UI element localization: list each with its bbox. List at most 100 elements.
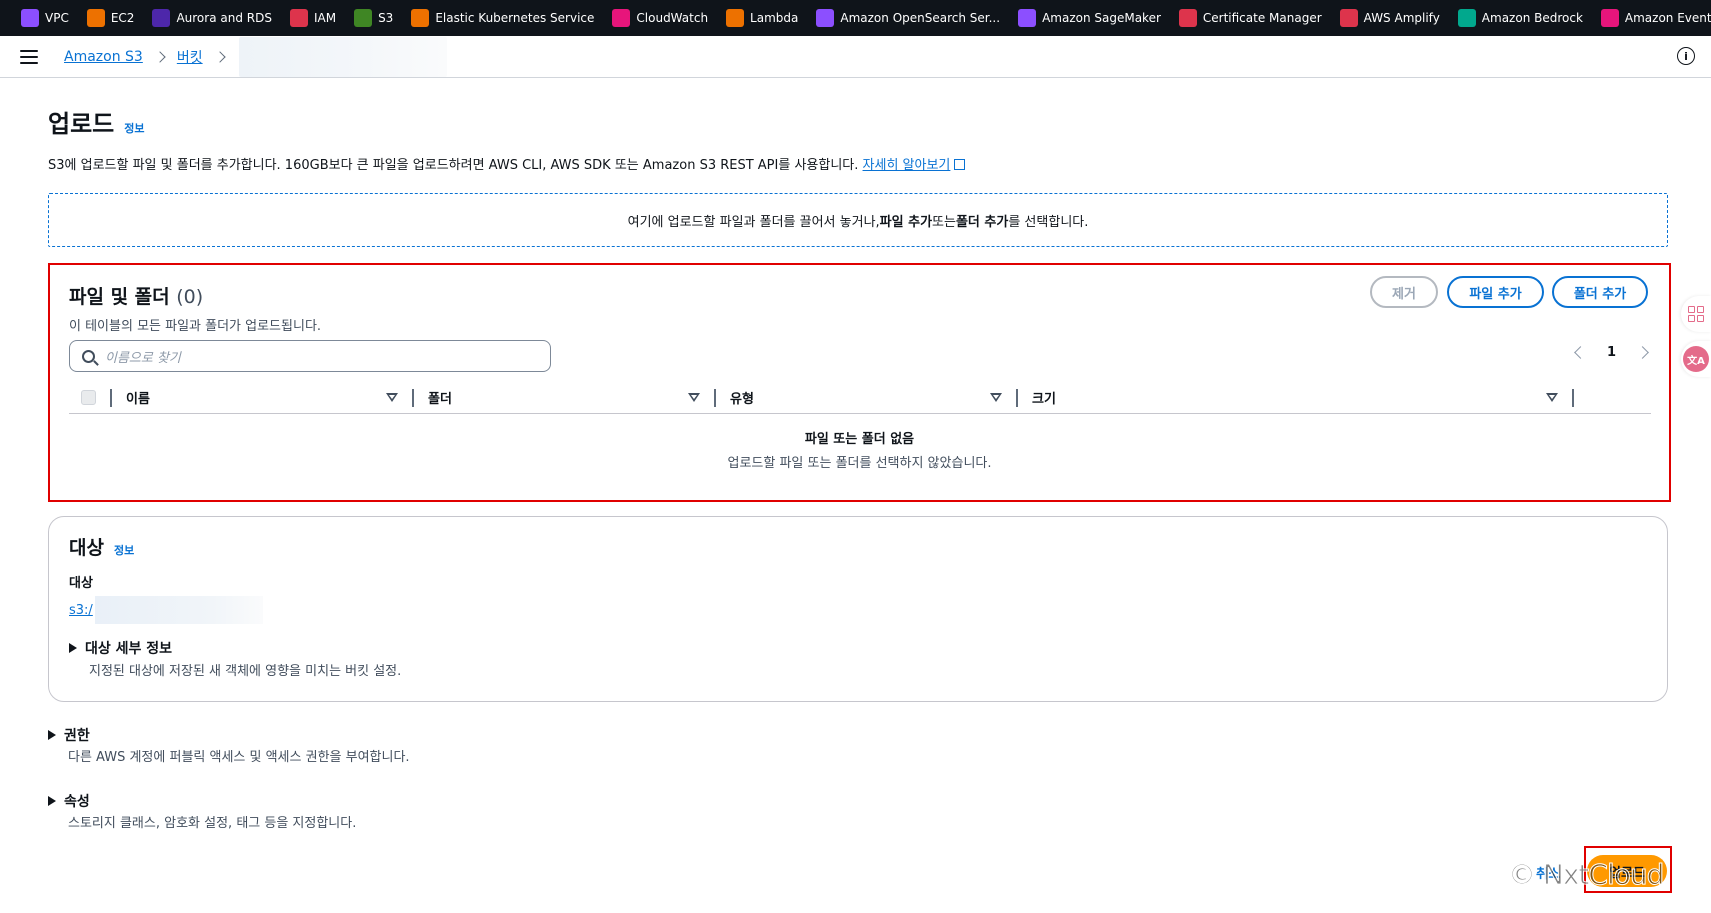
breadcrumb-bucket-redacted [238,36,447,77]
service-shortcut[interactable]: AWS Amplify [1331,0,1449,36]
permissions-expander[interactable]: 권한 [48,725,90,745]
external-link-icon [954,159,966,170]
drop-zone-text-suffix: 를 선택합니다. [1008,214,1089,230]
service-shortcut[interactable]: Amazon EventBridge [1592,0,1711,36]
service-shortcut-label: Aurora and RDS [176,11,272,25]
eks-icon [411,9,430,27]
service-shortcut[interactable]: EC2 [78,0,144,36]
column-header-label: 크기 [1032,392,1056,407]
bedrock-icon [1457,9,1476,27]
opensearch-icon [816,9,835,27]
drop-zone-text: 여기에 업로드할 파일과 폴더를 끌어서 놓거나, [627,214,880,230]
translate-icon: 文A [1683,346,1709,372]
service-shortcut-label: CloudWatch [636,11,709,25]
service-shortcut[interactable]: IAM [281,0,345,36]
drop-zone-add-folder: 폴더 추가 [955,214,1009,230]
chevron-right-icon [213,50,226,63]
service-shortcut[interactable]: Certificate Manager [1170,0,1331,36]
destination-panel: 대상 정보 대상 s3:/ 대상 세부 정보 지정된 대상에 저장된 새 객체에… [48,516,1668,702]
remove-button[interactable]: 제거 [1370,276,1438,308]
apps-grid-icon [1688,306,1704,322]
destination-s3-link[interactable]: s3:/ [69,596,263,624]
column-header-type[interactable]: 유형 [716,388,1016,407]
side-widget-translate[interactable]: 文A [1681,341,1711,377]
caret-right-icon [48,796,56,806]
destination-redacted [94,596,263,624]
column-header-label: 유형 [730,392,754,407]
service-shortcut[interactable]: Amazon Bedrock [1449,0,1592,36]
column-header-folder[interactable]: 폴더 [414,388,714,407]
service-shortcut[interactable]: Amazon OpenSearch Ser... [807,0,1009,36]
add-folder-button[interactable]: 폴더 추가 [1552,276,1648,308]
cloudwatch-icon [612,9,631,27]
properties-expander[interactable]: 속성 [48,791,90,811]
info-icon[interactable]: i [1677,47,1695,65]
breadcrumb: Amazon S3 버킷 [64,36,447,77]
sagemaker-icon [1018,9,1037,27]
sort-icon [1546,393,1558,402]
chevron-right-icon[interactable] [1636,346,1649,359]
service-shortcut-label: Lambda [750,11,799,25]
destination-details-expander[interactable]: 대상 세부 정보 [69,638,172,658]
destination-title: 대상 정보 [69,533,134,560]
caret-right-icon [48,730,56,740]
column-header-label: 이름 [126,392,150,407]
column-header-label: 폴더 [428,392,452,407]
service-shortcut[interactable]: Elastic Kubernetes Service [402,0,603,36]
service-shortcut-label: Amazon EventBridge [1624,11,1711,25]
files-title-text: 파일 및 폴더 [69,286,170,308]
drop-zone[interactable]: 여기에 업로드할 파일과 폴더를 끌어서 놓거나, 파일 추가 또는 폴더 추가… [48,193,1668,247]
service-shortcut-label: Elastic Kubernetes Service [435,11,595,25]
service-shortcut[interactable]: S3 [345,0,402,36]
service-shortcut[interactable]: Amazon SageMaker [1009,0,1170,36]
search-icon [82,349,95,363]
search-input[interactable]: 이름으로 찾기 [69,340,551,372]
sort-icon [688,393,700,402]
service-shortcut[interactable]: Aurora and RDS [143,0,281,36]
page-title: 업로드 [48,110,115,138]
files-and-folders-panel: 파일 및 폴더 (0) 이 테이블의 모든 파일과 폴더가 업로드됩니다. 제거… [48,263,1671,502]
lambda-icon [726,9,745,27]
breadcrumb-buckets[interactable]: 버킷 [177,47,203,67]
column-header-size[interactable]: 크기 [1018,388,1572,407]
page-number[interactable]: 1 [1607,345,1616,360]
service-shortcut[interactable]: Lambda [717,0,807,36]
breadcrumb-s3[interactable]: Amazon S3 [64,49,143,65]
drop-zone-add-files: 파일 추가 [879,214,933,230]
add-files-button[interactable]: 파일 추가 [1447,276,1544,308]
empty-state-title: 파일 또는 폴더 없음 [804,432,915,447]
destination-label: 대상 [69,576,93,591]
page-description: S3에 업로드할 파일 및 폴더를 추가합니다. 160GB보다 큰 파일을 업… [48,154,966,173]
permissions-title: 권한 [64,728,90,744]
drop-zone-text-or: 또는 [932,214,956,230]
properties-desc: 스토리지 클래스, 암호화 설정, 태그 등을 지정합니다. [68,816,357,831]
menu-icon[interactable] [20,49,38,64]
chevron-left-icon[interactable] [1574,346,1587,359]
service-shortcut[interactable]: CloudWatch [603,0,717,36]
rds-icon [152,9,171,27]
service-shortcut-label: VPC [45,11,69,25]
service-shortcut-label: Amazon OpenSearch Ser... [840,11,1001,25]
properties-title: 속성 [64,794,90,810]
page-description-text: S3에 업로드할 파일 및 폴더를 추가합니다. 160GB보다 큰 파일을 업… [48,158,863,173]
info-link[interactable]: 정보 [124,120,144,136]
empty-state-description: 업로드할 파일 또는 폴더를 선택하지 않았습니다. [727,456,992,471]
s3-icon [354,9,373,27]
breadcrumb-bar: Amazon S3 버킷 i [0,36,1711,78]
destination-details-title: 대상 세부 정보 [85,641,173,657]
caret-right-icon [69,643,77,653]
learn-more-link[interactable]: 자세히 알아보기 [863,158,951,173]
side-widget-apps[interactable] [1681,296,1711,332]
table-header: 이름 폴더 유형 크기 [69,382,1651,414]
service-shortcut[interactable]: VPC [12,0,78,36]
select-all-checkbox[interactable] [81,390,96,405]
amplify-icon [1339,9,1358,27]
service-shortcut-label: EC2 [110,11,135,25]
chevron-right-icon [154,50,166,63]
page-header: 업로드 정보 [48,104,145,139]
column-divider [1572,388,1574,407]
certificate-icon [1178,9,1197,27]
destination-info-link[interactable]: 정보 [114,542,134,558]
destination-details-desc: 지정된 대상에 저장된 새 객체에 영향을 미치는 버킷 설정. [89,664,402,679]
column-header-name[interactable]: 이름 [112,388,412,407]
